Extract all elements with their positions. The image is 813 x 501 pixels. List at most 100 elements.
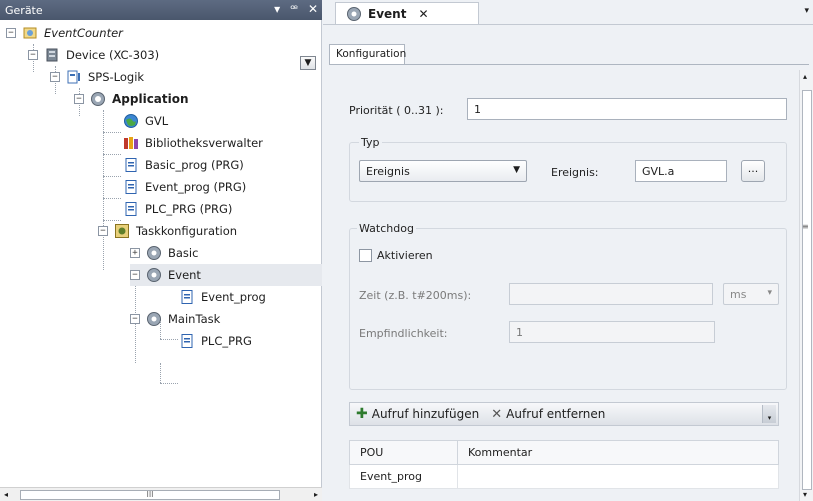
add-call-label: Aufruf hinzufügen — [371, 407, 480, 421]
chevron-down-icon: ▾ — [767, 288, 772, 298]
scroll-thumb[interactable] — [802, 90, 812, 490]
tree-item-label: Application — [112, 92, 189, 106]
scroll-down-icon[interactable]: ▾ — [803, 490, 807, 499]
column-header-kommentar[interactable]: Kommentar — [457, 440, 779, 465]
tree-item-bibliotheksverwalter[interactable]: Bibliotheksverwalter — [123, 132, 263, 154]
tree-item-label: Event_prog — [201, 290, 266, 304]
scroll-thumb[interactable]: III — [20, 490, 280, 500]
device-pane-header: Geräte ▾ ꟹ ✕ — [0, 0, 322, 20]
watchdog-group-title: Watchdog — [357, 222, 416, 235]
program-icon — [123, 179, 139, 195]
tree-item-application[interactable]: − Application — [74, 88, 189, 110]
watchdog-activate-checkbox[interactable] — [359, 249, 372, 262]
task-config-form: Priorität ( 0..31 ): 1 Typ Ereignis ▼ Er… — [345, 82, 787, 501]
program-call-icon — [179, 289, 195, 305]
collapse-icon[interactable]: − — [50, 72, 60, 82]
device-pane-title: Geräte — [5, 3, 43, 17]
tree-item-gvl[interactable]: GVL — [123, 110, 168, 132]
scroll-grip-icon: ≡ — [802, 222, 809, 231]
editor-pane: Event ✕ ▾ Konfiguration Priorität ( 0..3… — [323, 0, 813, 501]
close-icon[interactable]: ✕ — [308, 2, 318, 16]
program-icon — [123, 201, 139, 217]
tree-item-label: Device (XC-303) — [66, 48, 160, 62]
watchdog-time-input[interactable] — [509, 283, 713, 305]
pane-menu-icon[interactable]: ▾ — [274, 2, 280, 16]
tree-item-label: Basic — [168, 246, 199, 260]
column-header-pou[interactable]: POU — [349, 440, 458, 465]
tree-item-eventcounter[interactable]: − EventCounter — [6, 22, 123, 44]
editor-vertical-scrollbar[interactable]: ▴ ≡ ▾ — [799, 70, 813, 501]
subtab-konfiguration[interactable]: Konfiguration — [329, 44, 406, 64]
tree-dropdown-button[interactable]: ▼ — [300, 56, 316, 70]
tab-close-icon[interactable]: ✕ — [418, 7, 428, 21]
remove-call-label: Aufruf entfernen — [506, 407, 606, 421]
remove-call-button[interactable]: ✕ Aufruf entfernen — [491, 407, 605, 422]
tree-item-label: EventCounter — [44, 26, 123, 40]
table-row[interactable]: Event_prog — [349, 464, 779, 489]
tab-event[interactable]: Event ✕ — [335, 2, 479, 24]
tree-horizontal-scrollbar[interactable]: ◂ III ▸ — [0, 487, 322, 501]
table-cell-kommentar — [457, 464, 779, 489]
watchdog-sensitivity-input[interactable]: 1 — [509, 321, 715, 343]
tree-item-task-maintask[interactable]: − MainTask — [130, 308, 220, 330]
tree-item-label: Event_prog (PRG) — [145, 180, 247, 194]
device-icon — [44, 47, 60, 63]
remove-icon: ✕ — [491, 406, 503, 422]
collapse-icon[interactable]: − — [6, 28, 16, 38]
watchdog-sensitivity-label: Empfindlichkeit: — [359, 327, 448, 340]
tree-item-event-prog[interactable]: Event_prog (PRG) — [123, 176, 246, 198]
tree-item-device[interactable]: − Device (XC-303) — [28, 44, 159, 66]
scroll-left-icon[interactable]: ◂ — [4, 490, 8, 499]
plc-logic-icon — [66, 69, 82, 85]
type-select-value: Ereignis — [366, 165, 410, 178]
tree-item-label: Event — [168, 268, 201, 282]
collapse-icon[interactable]: − — [130, 314, 140, 324]
tree-item-label: PLC_PRG — [201, 334, 252, 348]
tree-item-taskkonfiguration[interactable]: − Taskkonfiguration — [98, 220, 237, 242]
collapse-icon[interactable]: − — [28, 50, 38, 60]
tree-item-plc-prg[interactable]: PLC_PRG (PRG) — [123, 198, 232, 220]
toolbar-overflow-icon[interactable]: ▾ — [762, 405, 776, 423]
library-icon — [123, 135, 139, 151]
priority-input[interactable]: 1 — [467, 98, 787, 120]
tree-item-sps-logik[interactable]: − SPS-Logik — [50, 66, 144, 88]
event-label: Ereignis: — [551, 166, 599, 179]
tree-item-label: PLC_PRG (PRG) — [145, 202, 233, 216]
table-cell-pou: Event_prog — [349, 464, 458, 489]
task-icon — [146, 267, 162, 283]
type-select[interactable]: Ereignis ▼ — [359, 160, 527, 182]
tree-item-label: MainTask — [168, 312, 221, 326]
tree-item-label: Basic_prog (PRG) — [145, 158, 244, 172]
tab-strip-divider — [323, 24, 813, 25]
task-icon — [146, 311, 162, 327]
scroll-right-icon[interactable]: ▸ — [314, 490, 318, 499]
tab-list-icon[interactable]: ▾ — [804, 6, 809, 16]
collapse-icon[interactable]: − — [98, 226, 108, 236]
browse-button[interactable]: ... — [741, 160, 765, 182]
pin-icon[interactable]: ꟹ — [290, 2, 298, 16]
task-icon — [146, 245, 162, 261]
program-call-icon — [179, 333, 195, 349]
chevron-down-icon: ▼ — [513, 165, 520, 175]
event-variable-input[interactable]: GVL.a — [635, 160, 727, 182]
tree-item-basic-prog[interactable]: Basic_prog (PRG) — [123, 154, 244, 176]
add-call-button[interactable]: ✚ Aufruf hinzufügen — [356, 406, 479, 422]
tree-item-task-event[interactable]: − Event — [130, 264, 322, 286]
priority-label: Priorität ( 0..31 ): — [349, 104, 444, 117]
tab-label: Event — [368, 6, 407, 21]
device-tree-pane: Geräte ▾ ꟹ ✕ − EventCounter ▼ − Device (… — [0, 0, 322, 501]
collapse-icon[interactable]: − — [74, 94, 84, 104]
tree-item-event-prog-call[interactable]: Event_prog — [179, 286, 266, 308]
application-gear-icon — [90, 91, 106, 107]
subtab-divider — [329, 64, 809, 65]
table-header-row: POU Kommentar — [349, 440, 779, 465]
tree-item-label: SPS-Logik — [88, 70, 145, 84]
scroll-up-icon[interactable]: ▴ — [803, 72, 807, 81]
collapse-icon[interactable]: − — [130, 270, 140, 280]
watchdog-unit-value: ms — [730, 288, 747, 301]
project-icon — [22, 25, 38, 41]
tree-item-plc-prg-call[interactable]: PLC_PRG — [179, 330, 252, 352]
tree-item-task-basic[interactable]: + Basic — [130, 242, 198, 264]
expand-icon[interactable]: + — [130, 248, 140, 258]
watchdog-unit-select[interactable]: ms ▾ — [723, 283, 779, 305]
